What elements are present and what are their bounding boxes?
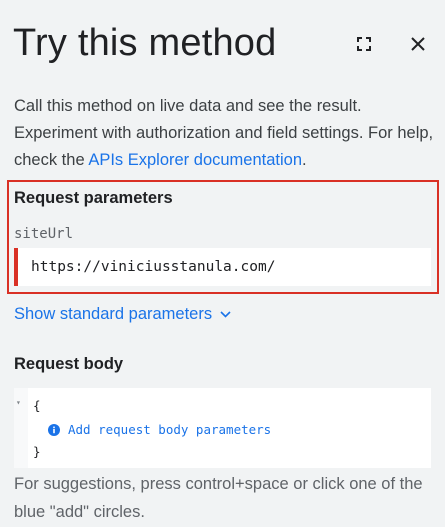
add-request-body-parameters-button[interactable]: Add request body parameters (48, 422, 271, 437)
site-url-field[interactable] (14, 248, 431, 286)
open-brace: { (33, 398, 41, 413)
request-parameters-title: Request parameters (14, 189, 173, 207)
editor-gutter: ▾ (14, 388, 28, 468)
chevron-down-icon (220, 311, 231, 318)
show-standard-parameters-link[interactable]: Show standard parameters (14, 305, 231, 324)
apis-explorer-docs-link[interactable]: APIs Explorer documentation (88, 151, 302, 169)
description-suffix: . (302, 151, 307, 169)
show-standard-parameters-label: Show standard parameters (14, 305, 213, 323)
site-url-param-label: siteUrl (14, 226, 74, 242)
add-request-body-parameters-label: Add request body parameters (68, 422, 272, 437)
site-url-input[interactable] (31, 259, 431, 275)
request-body-title: Request body (14, 355, 124, 373)
panel-description: Call this method on live data and see th… (14, 93, 434, 174)
editor-hint: For suggestions, press control+space or … (14, 475, 423, 521)
panel-header: Try this method (0, 0, 445, 90)
close-brace: } (33, 444, 41, 459)
panel-title: Try this method (13, 22, 277, 64)
fullscreen-icon (357, 37, 371, 51)
request-body-editor[interactable]: ▾ { Add request body parameters } (14, 388, 431, 468)
fold-toggle-icon[interactable]: ▾ (16, 398, 21, 407)
close-icon (411, 37, 425, 51)
close-button[interactable] (404, 30, 432, 58)
fullscreen-button[interactable] (350, 30, 378, 58)
info-icon (48, 423, 60, 436)
